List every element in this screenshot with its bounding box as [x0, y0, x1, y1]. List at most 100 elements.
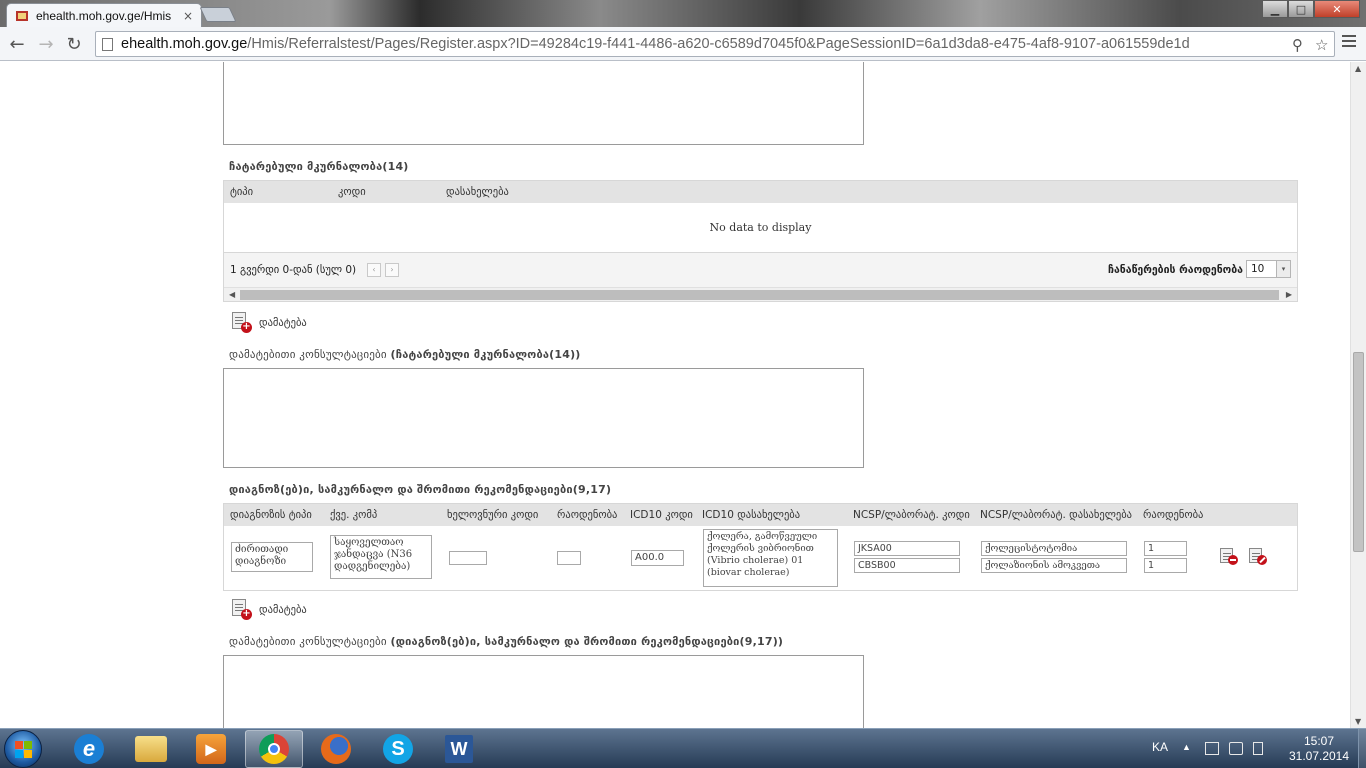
bookmark-star-icon[interactable]: ☆ — [1315, 36, 1328, 54]
address-bar[interactable]: ehealth.moh.gov.ge/Hmis/Referralstest/Pa… — [95, 31, 1335, 57]
grid-horizontal-scrollbar[interactable]: ◀ ▶ — [224, 287, 1297, 301]
scroll-thumb[interactable] — [240, 290, 1279, 300]
consult2-textarea[interactable] — [223, 655, 864, 728]
firefox-icon — [321, 734, 351, 764]
quantity-field[interactable] — [557, 551, 581, 565]
ncsp-qty-field-2[interactable]: 1 — [1144, 558, 1187, 573]
col-quantity[interactable]: რაოდენობა — [557, 509, 617, 521]
ncsp-name-field-1[interactable]: ქოლეცისტოტომია — [981, 541, 1127, 556]
add-document-icon: + — [230, 599, 252, 621]
col-icd10-code[interactable]: ICD10 კოდი — [630, 509, 693, 521]
previous-consultations-textarea[interactable] — [223, 62, 864, 145]
page-vertical-scrollbar[interactable]: ▲ ▼ — [1350, 62, 1366, 728]
volume-muted-icon[interactable] — [1229, 742, 1243, 755]
col-code[interactable]: კოდი — [338, 186, 366, 198]
col-subcomp[interactable]: ქვე. კომპ — [330, 509, 377, 521]
scroll-thumb[interactable] — [1353, 352, 1364, 552]
icd10-name-field[interactable]: ქოლერა, გამოწვეული ქოლერის ვიბრიონით (Vi… — [703, 529, 838, 587]
consult1-title: დამატებითი კონსულტაციები (ჩატარებული მკუ… — [229, 348, 581, 361]
page-size-select[interactable]: 10 ▾ — [1246, 260, 1291, 278]
windows-logo-icon — [15, 741, 32, 758]
battery-icon[interactable] — [1253, 742, 1263, 755]
windows-taskbar: e ▶ S W KA ▲ 15:07 31.07.2014 — [0, 728, 1366, 768]
artificial-code-field[interactable] — [449, 551, 487, 565]
consult1-textarea[interactable] — [223, 368, 864, 468]
scroll-right-icon[interactable]: ▶ — [1286, 290, 1292, 299]
network-icon[interactable] — [1205, 742, 1219, 755]
tab-title: ehealth.moh.gov.ge/Hmis — [36, 9, 172, 23]
treatment-section-title: ჩატარებული მკურნალობა(14) — [229, 160, 409, 173]
window-titlebar: ehealth.moh.gov.ge/Hmis × ▁ □ ✕ — [0, 0, 1366, 28]
prev-page-button[interactable]: ‹ — [367, 263, 381, 277]
system-clock[interactable]: 15:07 31.07.2014 — [1286, 734, 1352, 768]
pager-summary: 1 გვერდი 0-დან (სულ 0) — [230, 264, 357, 276]
next-page-button[interactable]: › — [385, 263, 399, 277]
grid-pager: 1 გვერდი 0-დან (სულ 0) ‹ › ჩანაწერების რ… — [224, 253, 1297, 287]
new-tab-button[interactable] — [199, 7, 237, 22]
back-arrow-icon[interactable]: ← — [5, 32, 29, 56]
col-icd10-name[interactable]: ICD10 დასახელება — [702, 509, 800, 521]
consult2-title: დამატებითი კონსულტაციები (დიაგნოზ(ებ)ი, … — [229, 635, 784, 648]
taskbar-chrome[interactable] — [245, 730, 303, 768]
taskbar-skype[interactable]: S — [369, 730, 427, 768]
col-type[interactable]: ტიპი — [230, 186, 253, 198]
ncsp-code-field-1[interactable]: JKSA00 — [854, 541, 960, 556]
page-icon — [102, 37, 113, 51]
ncsp-qty-field-1[interactable]: 1 — [1144, 541, 1187, 556]
diagnosis-grid-header: დიაგნოზის ტიპი ქვე. კომპ ხელოვნური კოდი … — [224, 504, 1297, 526]
ncsp-name-field-2[interactable]: ქოლაზიონის ამოკვეთა — [981, 558, 1127, 573]
address-url[interactable]: ehealth.moh.gov.ge/Hmis/Referralstest/Pa… — [121, 36, 1286, 52]
col-diagnosis-type[interactable]: დიაგნოზის ტიპი — [230, 509, 312, 521]
folder-icon — [135, 736, 167, 762]
empty-message: No data to display — [224, 203, 1297, 253]
skype-icon: S — [383, 734, 413, 764]
show-desktop-button[interactable] — [1358, 729, 1366, 768]
icd10-code-field[interactable]: A00.0 — [631, 550, 684, 566]
show-hidden-icons-icon[interactable]: ▲ — [1182, 742, 1191, 768]
clock-date: 31.07.2014 — [1288, 749, 1350, 763]
add-label[interactable]: დამატება — [259, 317, 307, 329]
taskbar-word[interactable]: W — [430, 730, 488, 768]
ncsp-code-field-2[interactable]: CBSB00 — [854, 558, 960, 573]
col-ncsp-quantity[interactable]: რაოდენობა — [1143, 509, 1203, 521]
minimize-button[interactable]: ▁ — [1262, 0, 1288, 18]
add-treatment-button[interactable]: + დამატება — [230, 312, 307, 334]
col-ncsp-name[interactable]: NCSP/ლაბორატ. დასახელება — [980, 509, 1132, 521]
scroll-up-icon[interactable]: ▲ — [1355, 64, 1361, 73]
maximize-button[interactable]: □ — [1288, 0, 1314, 18]
delete-row-icon[interactable] — [1219, 548, 1239, 566]
forward-arrow-icon[interactable]: → — [34, 32, 58, 56]
ministry-favicon-icon — [16, 11, 28, 21]
taskbar-media-player[interactable]: ▶ — [182, 730, 240, 768]
page-size-label: ჩანაწერების რაოდენობა — [1108, 264, 1243, 276]
tab-close-icon[interactable]: × — [183, 9, 193, 23]
col-ncsp-code[interactable]: NCSP/ლაბორატ. კოდი — [853, 509, 970, 521]
col-name[interactable]: დასახელება — [446, 186, 509, 198]
close-window-button[interactable]: ✕ — [1314, 0, 1360, 18]
taskbar-internet-explorer[interactable]: e — [60, 730, 118, 768]
zoom-icon[interactable]: ⚲ — [1292, 36, 1303, 54]
menu-hamburger-icon[interactable] — [1342, 35, 1356, 50]
diagnosis-type-field[interactable]: ძირითადი დიაგნოზი — [231, 542, 313, 572]
add-label[interactable]: დამატება — [259, 604, 307, 616]
chrome-icon — [259, 734, 289, 764]
treatment-grid: ტიპი კოდი დასახელება No data to display … — [223, 180, 1298, 302]
taskbar-file-explorer[interactable] — [122, 730, 180, 768]
edit-row-icon[interactable] — [1248, 548, 1268, 566]
table-row: ძირითადი დიაგნოზი საყოველთაო ჯანდაცვა (N… — [224, 526, 1297, 590]
browser-tab[interactable]: ehealth.moh.gov.ge/Hmis × — [6, 3, 202, 28]
clock-time: 15:07 — [1303, 734, 1335, 748]
language-indicator[interactable]: KA — [1152, 740, 1168, 768]
word-icon: W — [445, 735, 473, 763]
start-button[interactable] — [4, 730, 42, 768]
add-diagnosis-button[interactable]: + დამატება — [230, 599, 307, 621]
treatment-grid-header: ტიპი კოდი დასახელება — [224, 181, 1297, 203]
reload-icon[interactable]: ↻ — [62, 32, 86, 56]
col-artificial-code[interactable]: ხელოვნური კოდი — [447, 509, 538, 521]
taskbar-firefox[interactable] — [307, 730, 365, 768]
scroll-left-icon[interactable]: ◀ — [229, 290, 235, 299]
scroll-down-icon[interactable]: ▼ — [1355, 717, 1361, 726]
chevron-down-icon[interactable]: ▾ — [1276, 261, 1290, 277]
diagnosis-grid: დიაგნოზის ტიპი ქვე. კომპ ხელოვნური კოდი … — [223, 503, 1298, 591]
subcomp-field[interactable]: საყოველთაო ჯანდაცვა (N36 დადგენილება) — [330, 535, 432, 579]
